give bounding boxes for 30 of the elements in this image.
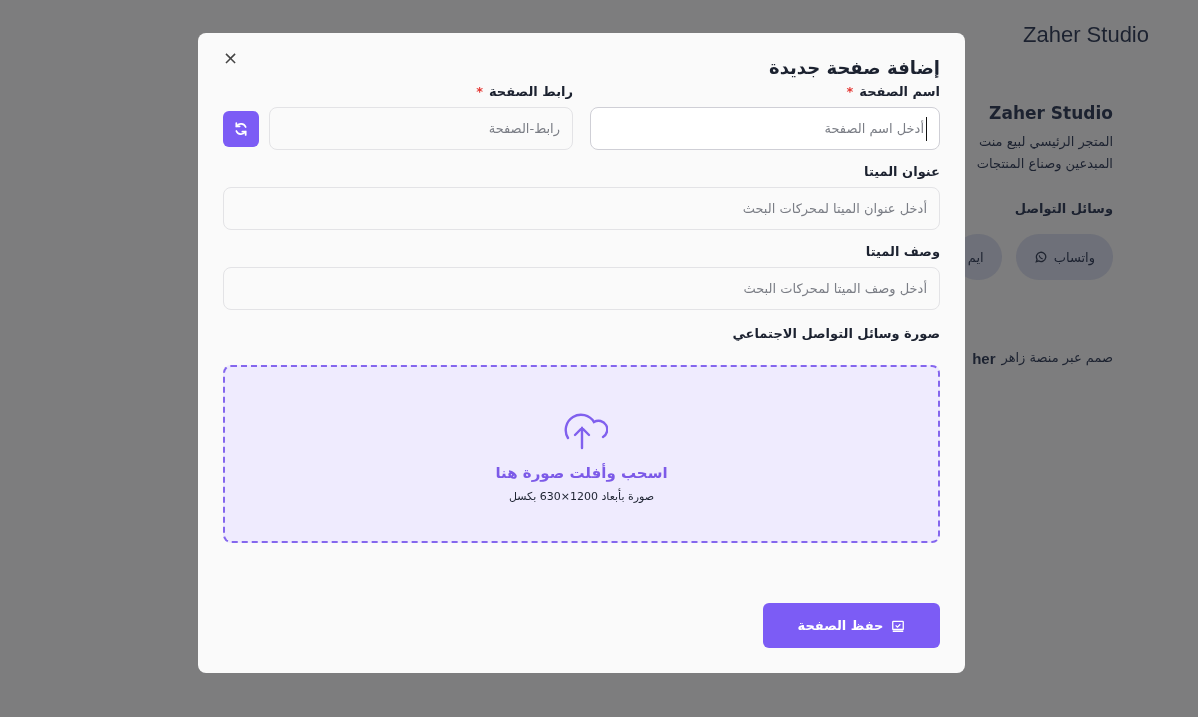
image-dropzone[interactable]: اسحب وأفلت صورة هنا صورة بأبعاد 1200×630 بكسل: [223, 365, 940, 543]
input-field[interactable]: أدخل عنوان الميتا لمحركات البحث: [223, 187, 940, 230]
dialog-title: إضافة صفحة جديدة: [769, 57, 940, 78]
chat-bubble-icon: [1033, 250, 1048, 264]
footer-text: صمم عبر منصة زاهر: [1001, 350, 1113, 367]
store-description: المتجر الرئيسي لبيع منت: [977, 133, 1113, 152]
footer-brand: her: [972, 350, 996, 367]
save-button[interactable]: حفظ الصفحة: [763, 603, 940, 648]
monitor-check-icon: [891, 618, 906, 633]
field-label: رابط الصفحة: [488, 84, 573, 99]
field-label: اسم الصفحة: [859, 84, 940, 99]
dropzone-title: اسحب وأفلت صورة هنا: [495, 463, 668, 482]
input-field[interactable]: رابط-الصفحة: [269, 107, 573, 150]
required-mark: *: [476, 84, 483, 99]
required-mark: *: [846, 84, 854, 99]
contact-heading: وسائل التواصل: [1014, 201, 1113, 216]
dropzone-hint: صورة بأبعاد 1200×630 بكسل: [508, 489, 655, 503]
refresh-button[interactable]: [223, 111, 259, 147]
input-field[interactable]: أدخل اسم الصفحة: [590, 107, 940, 150]
contact-button[interactable]: واتساب: [1015, 234, 1113, 280]
brand-title: Zaher Studio: [1023, 22, 1149, 48]
field-label: صورة وسائل التواصل الاجتماعي: [732, 326, 940, 341]
store-name: Zaher Studio: [989, 103, 1113, 123]
field-label: وصف الميتا: [865, 244, 940, 259]
text-cursor: [926, 116, 927, 141]
input-field[interactable]: أدخل وصف الميتا لمحركات البحث: [223, 267, 940, 310]
store-description: المبدعين وصناع المنتجات: [976, 155, 1113, 174]
close-button[interactable]: ×: [223, 51, 239, 65]
field-label: عنوان الميتا: [864, 164, 940, 179]
refresh-icon: [233, 121, 249, 137]
